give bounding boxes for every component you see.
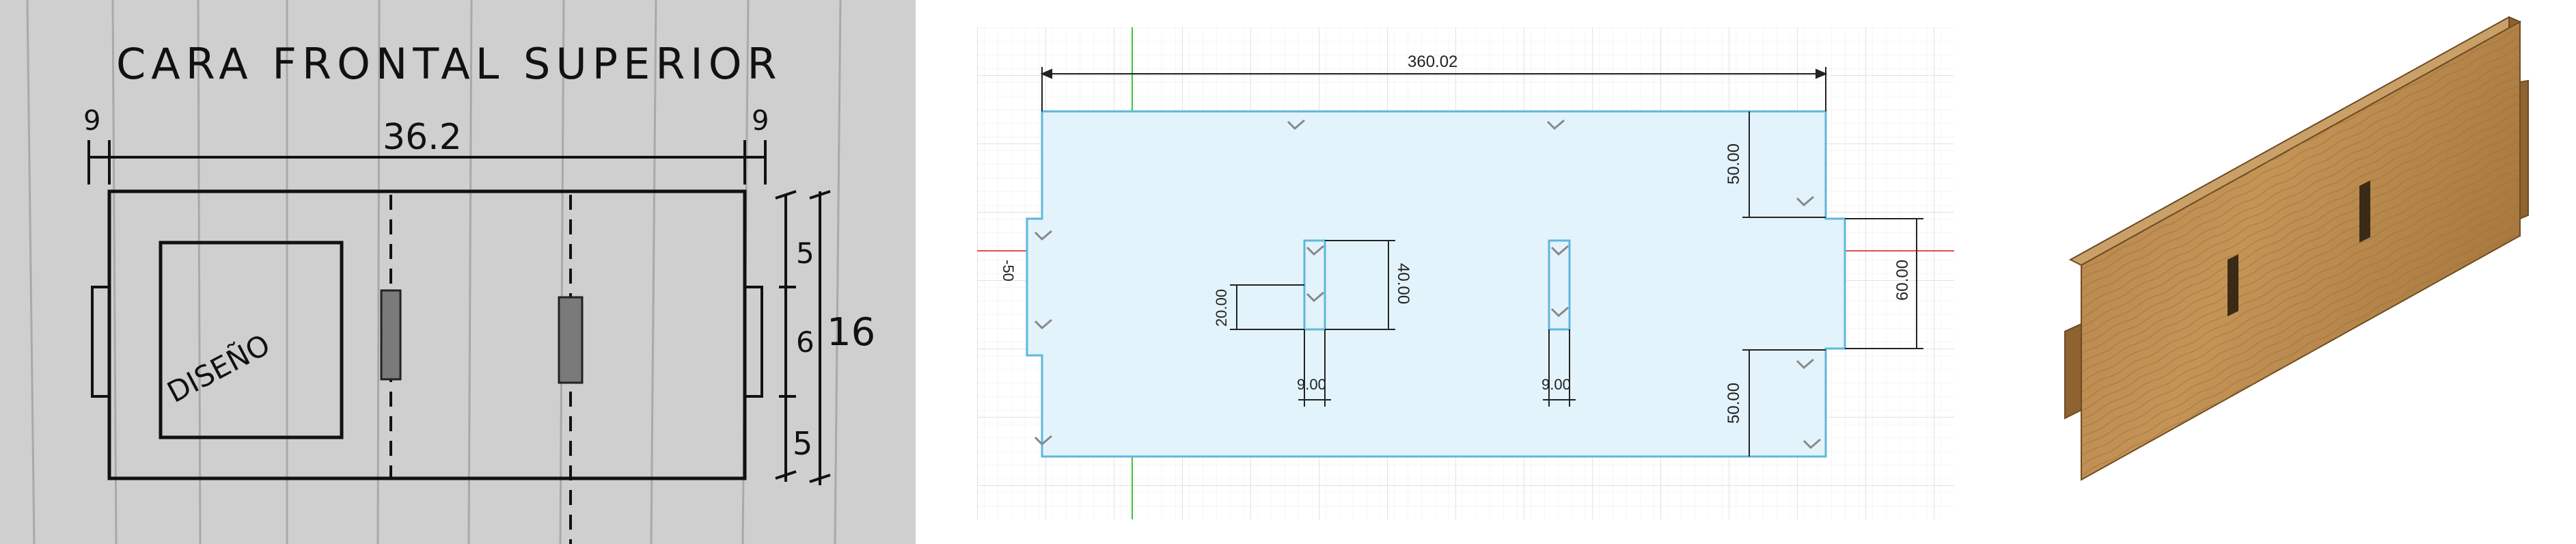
cad-slot-height-dim: 40.00 [1394,263,1412,304]
sketch-right-tab [743,286,763,398]
sketch-drawing: CARA FRONTAL SUPERIOR 36.2 9 9 DISEÑO 5 … [26,0,875,544]
board-slot-2 [2359,180,2370,243]
cad-top-notch-dim: 50.00 [1725,144,1743,185]
cad-drawing: 50 -50 360.02 50.00 [977,27,1954,519]
sketch-left-tab-dim: 9 [83,105,100,137]
cad-overall-width: 360.02 [1408,53,1457,71]
cad-tab-height-dim: 60.00 [1893,260,1912,301]
cad-slot-offset-dim: 20.00 [1213,289,1230,327]
cad-slot2-width-dim: 9.00 [1542,376,1571,393]
3d-model-panel [2023,0,2576,544]
cad-slot1-width-dim: 9.00 [1297,376,1326,393]
cad-board-profile [1026,110,1846,458]
sketch-title: CARA FRONTAL SUPERIOR [116,39,782,89]
sketch-right-dim-bottom: 5 [793,425,812,462]
sketch-right-dim-top: 5 [796,236,814,270]
sketch-top-dim: 36.2 [383,117,462,158]
sketch-slot-2 [558,296,584,384]
cad-bottom-notch-dim: 50.00 [1725,383,1743,424]
wood-board-render [2064,16,2529,481]
sketch-right-dim-total: 16 [827,310,875,355]
sketch-slot-1 [380,289,402,381]
hand-sketch-panel: CARA FRONTAL SUPERIOR 36.2 9 9 DISEÑO 5 … [0,0,916,544]
sketch-right-dim-middle: 6 [796,325,814,359]
board-left-tab [2064,323,2082,420]
sketch-design-label: DISEÑO [161,327,275,409]
sketch-right-tab-dim: 9 [752,105,769,137]
cad-sketch-panel: 50 -50 360.02 50.00 [970,0,1961,544]
sketch-board-outline [107,189,747,480]
board-slot-1 [2228,254,2238,316]
sketch-left-tab [91,286,111,398]
cad-axis-label-left: -50 [1000,260,1017,282]
